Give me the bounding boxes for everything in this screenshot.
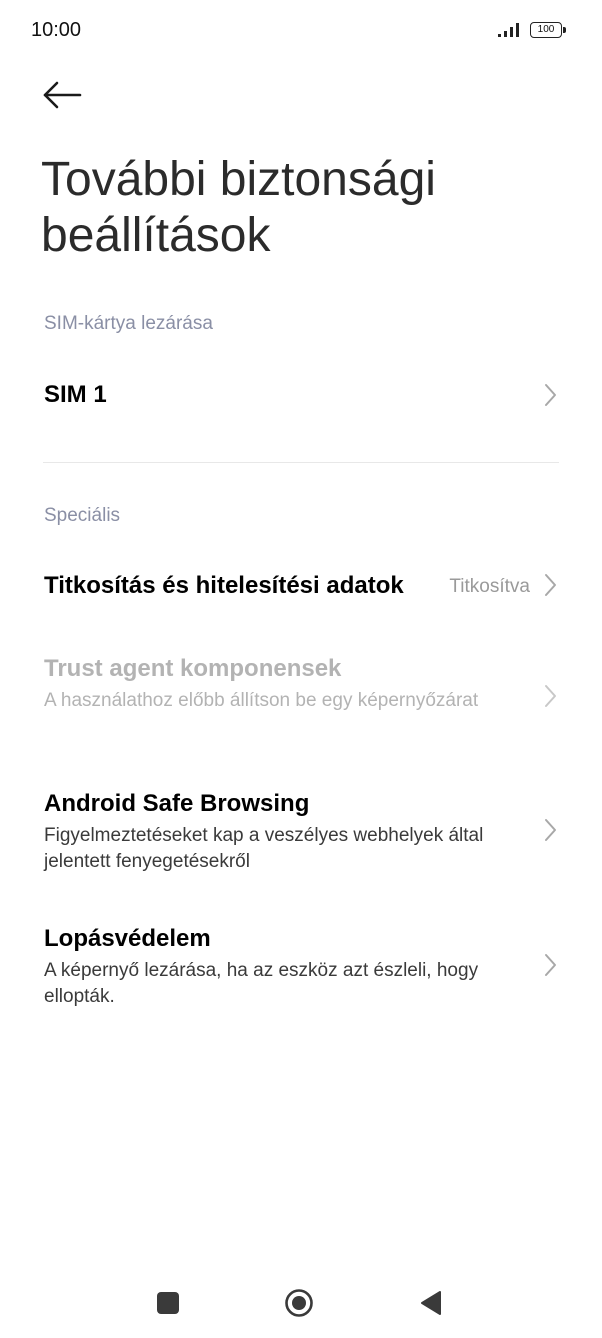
- section-header-advanced: Speciális: [44, 505, 121, 526]
- navigation-bar: [0, 1270, 602, 1338]
- status-bar: 10:00 100: [0, 0, 602, 60]
- home-icon[interactable]: [284, 1288, 314, 1318]
- chevron-right-icon: [545, 819, 556, 841]
- settings-item-theft-protection[interactable]: Lopásvédelem A képernyő lezárása, ha az …: [0, 915, 602, 1025]
- settings-item-subtitle: Figyelmeztetéseket kap a veszélyes webhe…: [44, 825, 484, 872]
- status-time: 10:00: [31, 19, 82, 41]
- back-triangle-icon[interactable]: [420, 1290, 442, 1316]
- settings-item-title: Titkosítás és hitelesítési adatok: [44, 572, 404, 599]
- settings-item-value: Titkosítva: [449, 576, 530, 597]
- battery-level: 100: [537, 24, 555, 35]
- chevron-right-icon: [545, 574, 556, 596]
- chevron-right-icon: [545, 954, 556, 976]
- settings-item-title: Lopásvédelem: [44, 925, 211, 952]
- signal-icon: [498, 23, 519, 37]
- settings-item-encryption[interactable]: Titkosítás és hitelesítési adatok Titkos…: [0, 550, 602, 622]
- chevron-right-icon: [545, 685, 556, 707]
- arrow-left-icon: [43, 81, 82, 109]
- battery-tip: [563, 27, 566, 33]
- recents-icon[interactable]: [157, 1292, 179, 1314]
- section-header-sim-lock: SIM-kártya lezárása: [44, 313, 213, 334]
- settings-item-trust-agents[interactable]: Trust agent komponensek A használathoz e…: [0, 645, 602, 755]
- battery-icon: 100: [530, 22, 562, 38]
- section-divider: [43, 462, 559, 463]
- settings-item-safe-browsing[interactable]: Android Safe Browsing Figyelmeztetéseket…: [0, 780, 602, 890]
- settings-item-title: SIM 1: [44, 381, 107, 408]
- chevron-right-icon: [545, 384, 556, 406]
- settings-item-subtitle: A képernyő lezárása, ha az eszköz azt és…: [44, 960, 479, 1007]
- settings-item-title: Trust agent komponensek: [44, 655, 342, 682]
- page-title: További biztonsági beállítások: [41, 153, 436, 262]
- settings-item-sim-1[interactable]: SIM 1: [0, 356, 602, 436]
- settings-item-subtitle: A használathoz előbb állítson be egy kép…: [44, 690, 479, 711]
- settings-item-title: Android Safe Browsing: [44, 790, 310, 817]
- back-button[interactable]: [40, 77, 84, 113]
